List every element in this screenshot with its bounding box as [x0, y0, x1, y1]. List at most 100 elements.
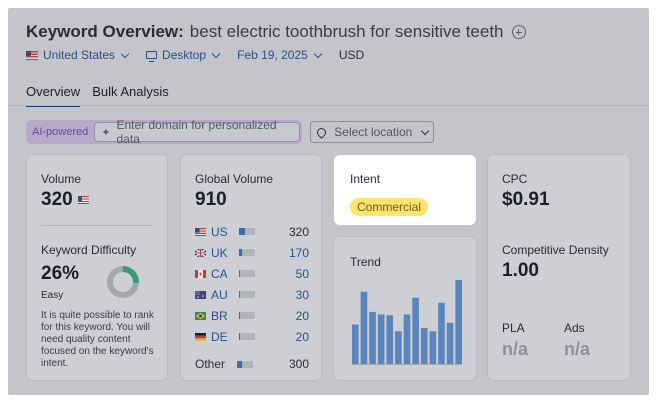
country-volume[interactable]: 30	[296, 288, 309, 302]
share-fill	[239, 312, 240, 319]
country-share-bar	[239, 228, 255, 235]
trend-bar	[369, 311, 376, 364]
title-label: Keyword Overview:	[26, 22, 184, 41]
competitive-density-label: Competitive Density	[502, 243, 609, 257]
country-volume[interactable]: 20	[296, 330, 309, 344]
other-volume: 300	[288, 357, 309, 371]
kd-value: 26%	[41, 263, 80, 284]
domain-input[interactable]: ✦ Enter domain for personalized data	[94, 118, 301, 146]
country-volume[interactable]: 20	[296, 309, 309, 323]
location-select[interactable]: Select location	[310, 121, 435, 143]
add-keyword-icon[interactable]	[511, 25, 526, 39]
device-select-label: Desktop	[162, 48, 207, 62]
global-volume-label: Global Volume	[195, 172, 274, 186]
trend-bar	[412, 297, 419, 364]
cpc-card: CPC $0.91 Competitive Density 1.00 PLA n…	[488, 155, 630, 380]
other-label: Other	[195, 357, 226, 371]
tab-bulk-analysis[interactable]: Bulk Analysis	[92, 84, 169, 107]
country-volume[interactable]: 170	[289, 246, 309, 260]
country-list: US 320 UK 170 CA 50 AU 30 BR 20 DE 20	[195, 221, 309, 347]
chevron-down-icon	[313, 49, 323, 58]
sparkle-icon: ✦	[101, 126, 111, 139]
trend-bar	[360, 291, 368, 364]
global-volume-value: 910	[195, 189, 227, 210]
location-select-placeholder: Select location	[334, 125, 413, 139]
country-share-bar	[239, 291, 255, 298]
volume-card: Volume 320 Keyword Difficulty 26% Easy I…	[27, 155, 167, 380]
trend-bar	[429, 331, 437, 364]
country-code: AU	[211, 287, 228, 302]
share-fill	[239, 270, 240, 277]
country-share-bar	[239, 333, 255, 340]
us-flag-icon	[77, 196, 89, 204]
cpc-value: $0.91	[502, 189, 550, 210]
volume-label: Volume	[41, 172, 82, 186]
country-row-uk[interactable]: UK 170	[195, 242, 309, 263]
ai-domain-group: AI-powered ✦ Enter domain for personaliz…	[26, 118, 303, 146]
ai-bar: AI-powered ✦ Enter domain for personaliz…	[26, 118, 435, 146]
country-code: US	[211, 224, 228, 239]
desktop-icon	[146, 51, 158, 62]
au-flag-icon	[195, 290, 206, 299]
tab-bar: Overview Bulk Analysis	[26, 84, 181, 107]
keyword-overview-page: Keyword Overview: best electric toothbru…	[8, 8, 649, 395]
chevron-down-icon	[211, 49, 221, 58]
trend-bar	[446, 322, 454, 364]
country-volume[interactable]: 50	[296, 267, 309, 281]
intent-badge: Commercial	[350, 198, 429, 216]
filter-bar: United States Desktop Feb 19, 2025 USD	[26, 48, 382, 62]
trend-bar	[438, 302, 445, 364]
trend-bar	[352, 324, 359, 364]
trend-bar	[455, 280, 462, 364]
kd-level: Easy	[41, 290, 64, 301]
share-fill	[239, 291, 240, 298]
trend-bar	[386, 315, 394, 364]
trend-card: Trend	[334, 237, 476, 380]
country-volume: 320	[288, 224, 309, 239]
us-flag-icon	[26, 50, 38, 60]
us-flag-icon	[195, 227, 206, 236]
trend-bar	[420, 327, 428, 364]
country-share-bar	[239, 270, 255, 277]
trend-bar	[395, 331, 402, 364]
date-select[interactable]: Feb 19, 2025	[237, 48, 323, 62]
tab-overview[interactable]: Overview	[26, 84, 81, 107]
country-row-ca[interactable]: CA 50	[195, 263, 309, 284]
country-row-de[interactable]: DE 20	[195, 326, 309, 347]
country-code: CA	[211, 266, 228, 281]
intent-card: Intent Commercial	[334, 155, 476, 225]
country-select-label: United States	[43, 48, 116, 62]
intent-label: Intent	[350, 172, 381, 186]
kd-label: Keyword Difficulty	[41, 243, 137, 257]
chevron-down-icon	[120, 49, 130, 58]
de-flag-icon	[195, 332, 206, 341]
device-select[interactable]: Desktop	[146, 48, 221, 62]
country-row-us[interactable]: US 320	[195, 221, 309, 242]
ads-metric: Ads n/a	[564, 321, 626, 360]
share-fill	[239, 333, 240, 340]
competitive-density-value: 1.00	[502, 260, 539, 281]
volume-value-row: 320	[41, 189, 89, 211]
pla-value: n/a	[502, 339, 529, 359]
global-volume-card: Global Volume 910 US 320 UK 170 CA 50 AU…	[181, 155, 321, 380]
country-select[interactable]: United States	[26, 48, 130, 62]
ca-flag-icon	[195, 269, 206, 278]
other-share-bar	[237, 360, 253, 368]
country-code: BR	[211, 308, 228, 323]
card-divider	[41, 225, 153, 226]
country-row-br[interactable]: BR 20	[195, 305, 309, 326]
pla-ads-row: PLA n/a Ads n/a	[502, 321, 626, 360]
country-row-au[interactable]: AU 30	[195, 284, 309, 305]
domain-input-placeholder: Enter domain for personalized data	[116, 118, 277, 146]
ai-powered-badge: AI-powered	[32, 126, 89, 138]
pla-label: PLA	[502, 321, 525, 335]
country-share-bar	[239, 312, 255, 319]
kd-donut-chart	[107, 266, 139, 298]
br-flag-icon	[195, 311, 206, 320]
trend-bar	[377, 314, 385, 364]
trend-bar	[403, 314, 411, 364]
date-select-label: Feb 19, 2025	[237, 48, 308, 62]
ads-label: Ads	[564, 321, 585, 335]
trend-bar-chart	[352, 280, 462, 365]
share-fill	[239, 249, 242, 256]
